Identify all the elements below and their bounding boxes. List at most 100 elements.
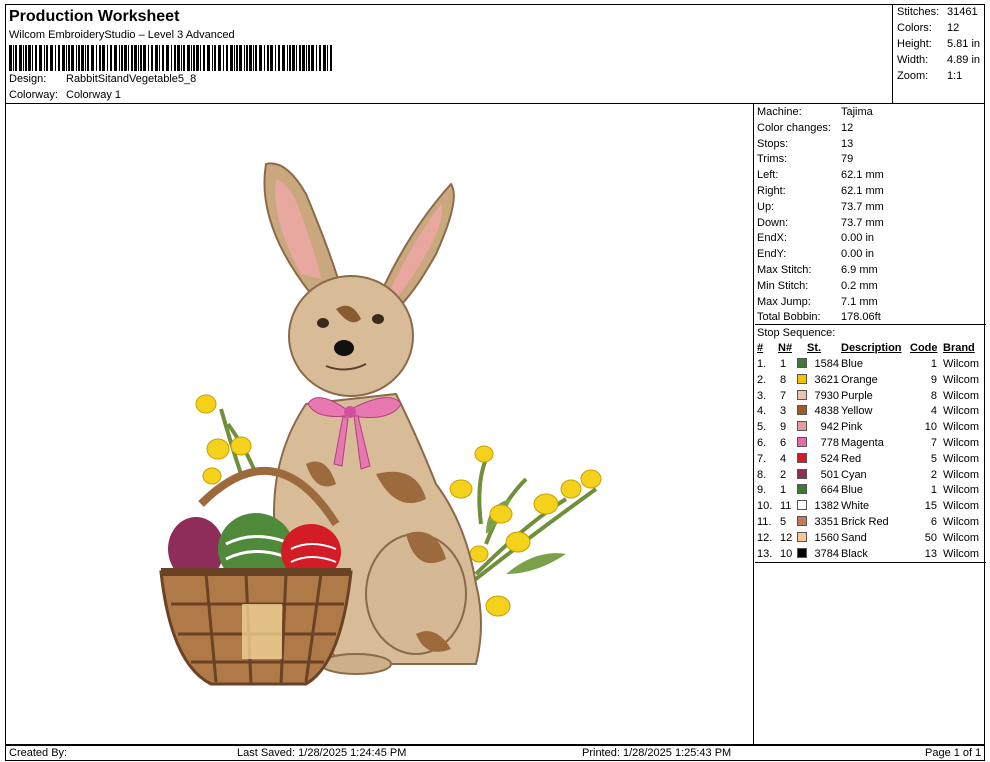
seq-n: 5	[780, 516, 787, 528]
stop-sequence-row: 1. 1 1584 Blue 1 Wilcom	[755, 358, 986, 374]
barcode-bar	[58, 45, 60, 71]
seq-num: 5.	[757, 421, 767, 434]
seq-desc: White	[841, 500, 870, 513]
seq-n: 9	[780, 421, 787, 434]
seq-desc: Cyan	[841, 468, 867, 481]
stat-stitches: Stitches: 31461	[897, 6, 978, 18]
seq-st: 1560	[814, 531, 839, 544]
barcode-bar	[148, 45, 149, 71]
barcode-bar	[270, 45, 273, 71]
stat-label: Height:	[897, 38, 932, 50]
seq-brand: Wilcom	[943, 405, 980, 418]
info-label: Min Stitch:	[757, 279, 809, 292]
design-label: Design:	[9, 73, 47, 85]
design-preview	[6, 104, 754, 745]
barcode-bar	[96, 45, 97, 71]
barcode-bar	[200, 45, 201, 71]
colorway-name: Colorway 1	[66, 89, 122, 101]
barcode-bar	[214, 45, 216, 71]
software-subtitle: Wilcom EmbroideryStudio – Level 3 Advanc…	[9, 29, 235, 41]
barcode-bar	[128, 45, 129, 71]
separator	[755, 324, 986, 325]
info-value: 0.00 in	[841, 232, 875, 245]
barcode-bar	[55, 45, 56, 71]
barcode-bar	[124, 45, 127, 71]
last-saved: Last Saved: 1/28/2025 1:24:45 PM	[237, 747, 407, 759]
seq-num: 4.	[757, 405, 767, 418]
seq-n: 2	[780, 468, 787, 481]
barcode-bar	[140, 45, 142, 71]
color-swatch	[797, 516, 807, 526]
barcode-bar	[177, 45, 180, 71]
egg-basket	[159, 466, 353, 686]
info-label: Right:	[757, 185, 786, 197]
seq-n: 3	[780, 405, 787, 418]
seq-num: 3.	[757, 389, 767, 402]
stop-sequence-row: 12. 12 1560 Sand 50 Wilcom	[755, 531, 986, 548]
barcode-bar	[39, 45, 42, 71]
barcode-bar	[46, 45, 48, 71]
barcode-bar	[316, 45, 317, 71]
barcode-bar	[193, 45, 195, 71]
seq-code: 7	[930, 437, 937, 449]
barcode-bar	[162, 45, 164, 71]
stop-sequence-row: 10. 11 1382 White 15 Wilcom	[755, 500, 986, 516]
seq-desc: Red	[841, 452, 862, 465]
machine-info-row: Total Bobbin: 178.06ft	[757, 311, 881, 323]
column-header-code: Code	[910, 342, 938, 354]
seq-n: 12	[780, 531, 793, 544]
info-value: 73.7 mm	[841, 200, 884, 213]
color-swatch	[797, 484, 807, 495]
barcode-bar	[282, 45, 285, 71]
info-value: 6.9 mm	[841, 264, 878, 276]
colorway-label: Colorway:	[9, 89, 58, 101]
barcode-bar	[87, 45, 89, 71]
stat-value: 1:1	[947, 70, 963, 82]
seq-code: 5	[930, 452, 937, 465]
seq-code: 13	[924, 547, 937, 560]
machine-info-row: Left: 62.1 mm	[757, 169, 884, 181]
seq-st: 4838	[814, 405, 839, 418]
barcode-bar	[289, 45, 291, 71]
seq-st: 1584	[814, 358, 839, 370]
machine-info-row: Right: 62.1 mm	[757, 185, 884, 197]
barcode-bar	[121, 45, 123, 71]
info-label: Down:	[757, 216, 789, 229]
info-value: 79	[841, 153, 854, 166]
barcode-bar	[102, 45, 105, 71]
seq-desc: Pink	[841, 421, 863, 434]
barcode-bar	[19, 45, 22, 71]
page-number: Page 1 of 1	[925, 747, 982, 759]
color-swatch	[797, 547, 807, 558]
info-value: 0.2 mm	[841, 279, 878, 292]
barcode-bar	[327, 45, 328, 71]
colorway-row: Colorway: Colorway 1	[9, 89, 121, 101]
seq-n: 11	[780, 500, 792, 513]
stats-box: Stitches: 31461 Colors: 12 Height: 5.81 in …	[892, 4, 985, 104]
machine-info-row: Down: 73.7 mm	[757, 217, 884, 229]
seq-st: 501	[820, 468, 839, 481]
barcode-bar	[35, 45, 37, 71]
info-label: Total Bobbin:	[757, 311, 821, 324]
stat-label: Zoom:	[897, 70, 929, 82]
seq-st: 778	[820, 437, 839, 449]
info-label: Up:	[757, 200, 775, 213]
color-swatch	[797, 500, 807, 511]
color-swatch	[797, 437, 807, 447]
barcode-bar	[319, 45, 321, 71]
stop-sequence-row: 8. 2 501 Cyan 2 Wilcom	[755, 468, 986, 485]
barcode-bar	[196, 45, 199, 71]
barcode-bar	[212, 45, 213, 71]
barcode-bar	[151, 45, 153, 71]
machine-info-panel: Machine: Tajima Color changes: 12 Stops: 13 Tr…	[755, 104, 986, 564]
barcode-bar	[119, 45, 120, 71]
barcode-bar	[275, 45, 276, 71]
seq-brand: Wilcom	[943, 373, 980, 386]
barcode-bar	[259, 45, 262, 71]
barcode-bar	[234, 45, 235, 71]
barcode-bar	[174, 45, 176, 71]
barcode-bar	[323, 45, 326, 71]
stop-sequence-row: 9. 1 664 Blue 1 Wilcom	[755, 484, 986, 500]
barcode-bar	[44, 45, 45, 71]
seq-code: 8	[930, 389, 937, 402]
